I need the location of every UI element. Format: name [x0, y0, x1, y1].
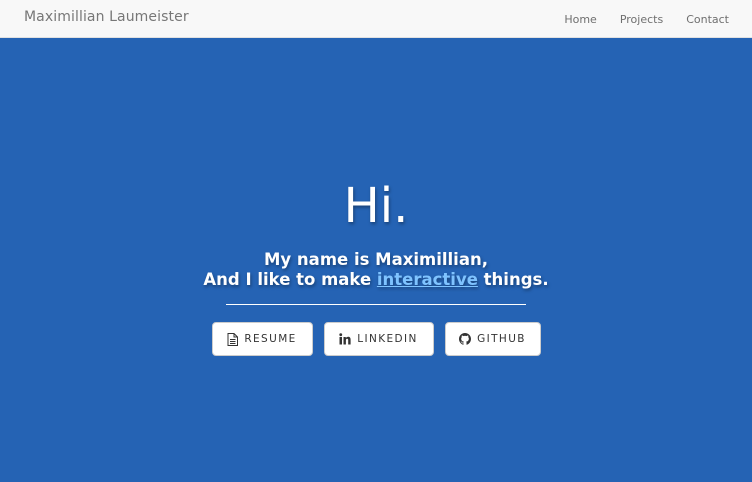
intro-line-2-suffix: things. [477, 270, 549, 289]
github-button-label: GITHUB [477, 333, 526, 345]
nav-links: Home Projects Contact [564, 0, 752, 38]
intro-line-1: My name is Maximillian, [264, 250, 488, 269]
divider [226, 304, 526, 305]
interactive-link[interactable]: interactive [377, 270, 478, 289]
intro-line-2: And I like to make interactive things. [0, 270, 752, 290]
linkedin-icon [339, 333, 351, 345]
linkedin-button[interactable]: LINKEDIN [323, 322, 434, 356]
github-button[interactable]: GITHUB [444, 322, 541, 356]
nav-link-contact[interactable]: Contact [686, 13, 729, 26]
resume-button-label: RESUME [244, 333, 297, 345]
button-group: RESUME LINKEDIN GITHUB [0, 322, 752, 356]
linkedin-button-label: LINKEDIN [357, 333, 418, 345]
document-icon [227, 332, 239, 346]
brand-link[interactable]: Maximillian Laumeister [24, 9, 189, 25]
resume-button[interactable]: RESUME [211, 322, 313, 356]
nav-link-projects[interactable]: Projects [620, 13, 663, 26]
nav-link-home[interactable]: Home [564, 13, 596, 26]
intro-line-2-prefix: And I like to make [203, 270, 377, 289]
navbar: Maximillian Laumeister Home Projects Con… [0, 0, 752, 38]
github-icon [459, 333, 472, 345]
greeting-heading: Hi. [343, 178, 409, 234]
intro-text: My name is Maximillian, And I like to ma… [0, 250, 752, 290]
